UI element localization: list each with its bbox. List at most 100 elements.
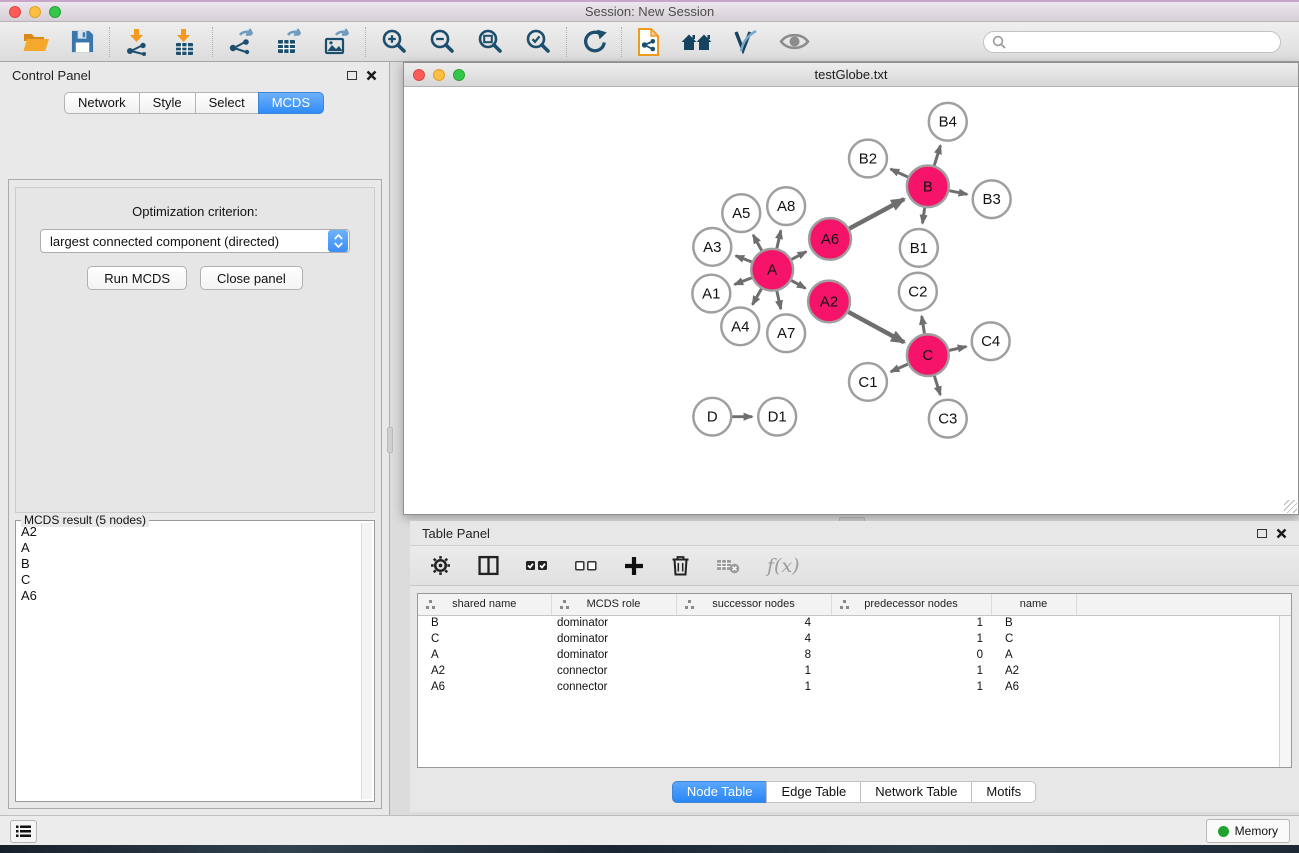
open-session-icon[interactable]	[22, 30, 50, 54]
graph-node-B3[interactable]: B3	[973, 180, 1011, 218]
graph-node-A[interactable]: A	[751, 249, 793, 291]
cell[interactable]: A2	[991, 663, 1076, 679]
memory-button[interactable]: Memory	[1206, 819, 1290, 843]
edge-B-B3[interactable]	[949, 191, 967, 195]
tab-motifs[interactable]: Motifs	[971, 781, 1036, 803]
window-resize-grip[interactable]	[1284, 500, 1297, 513]
zoom-fit-icon[interactable]	[476, 28, 504, 56]
cell[interactable]: 1	[676, 679, 831, 695]
cell[interactable]: A2	[418, 663, 551, 679]
edge-A-A6[interactable]	[792, 252, 807, 260]
graph-node-A4[interactable]: A4	[721, 307, 759, 345]
cell[interactable]: 1	[831, 679, 991, 695]
cell[interactable]: 1	[831, 631, 991, 647]
criterion-dropdown[interactable]: largest connected component (directed)	[40, 229, 350, 253]
cell[interactable]: A6	[991, 679, 1076, 695]
cell[interactable]: connector	[551, 663, 676, 679]
column-header-name[interactable]: name	[991, 594, 1076, 615]
edge-A-A8[interactable]	[777, 230, 781, 248]
delete-columns-icon[interactable]	[671, 553, 690, 579]
edge-C-C1[interactable]	[891, 364, 908, 372]
edge-C-C3[interactable]	[934, 376, 940, 395]
graph-node-A7[interactable]: A7	[767, 314, 805, 352]
edge-C-C2[interactable]	[922, 316, 925, 333]
zoom-out-icon[interactable]	[428, 28, 456, 56]
close-panel-button[interactable]: Close panel	[200, 266, 303, 290]
eye-icon[interactable]	[779, 31, 810, 52]
cell[interactable]: 0	[831, 647, 991, 663]
table-row[interactable]: Bdominator41B	[418, 615, 1291, 631]
edge-B-B4[interactable]	[934, 145, 940, 165]
table-row[interactable]: Cdominator41C	[418, 631, 1291, 647]
edge-A-A5[interactable]	[753, 235, 762, 251]
edge-B-B1[interactable]	[922, 208, 924, 223]
tab-edge-table[interactable]: Edge Table	[766, 781, 861, 803]
graph-node-C4[interactable]: C4	[972, 322, 1010, 360]
cell[interactable]: 8	[676, 647, 831, 663]
cell[interactable]: B	[418, 615, 551, 631]
graph-node-C3[interactable]: C3	[929, 400, 967, 438]
float-table-panel-icon[interactable]	[1257, 529, 1267, 538]
cell[interactable]: dominator	[551, 631, 676, 647]
tab-network[interactable]: Network	[64, 92, 140, 114]
graph-node-B[interactable]: B	[907, 165, 949, 207]
save-session-icon[interactable]	[70, 29, 95, 54]
import-network-icon[interactable]	[124, 28, 151, 56]
cell[interactable]: connector	[551, 679, 676, 695]
cell[interactable]: C	[418, 631, 551, 647]
edge-B-B2[interactable]	[891, 169, 908, 177]
task-history-button[interactable]	[10, 820, 37, 843]
graph-node-D1[interactable]: D1	[758, 398, 796, 436]
run-mcds-button[interactable]: Run MCDS	[87, 266, 187, 290]
graph-node-B1[interactable]: B1	[900, 229, 938, 267]
graph-node-A3[interactable]: A3	[693, 228, 731, 266]
network-window-titlebar[interactable]: testGlobe.txt	[404, 63, 1298, 87]
tab-style[interactable]: Style	[139, 92, 196, 114]
cell[interactable]: dominator	[551, 647, 676, 663]
zoom-selected-icon[interactable]	[524, 28, 552, 56]
import-table-icon[interactable]	[171, 28, 198, 56]
graph-node-C2[interactable]: C2	[899, 273, 937, 311]
result-item[interactable]: A2	[18, 524, 360, 540]
create-column-icon[interactable]	[624, 553, 644, 579]
export-network-icon[interactable]	[227, 28, 255, 56]
edge-A-A1[interactable]	[735, 278, 752, 285]
graph-node-A2[interactable]: A2	[808, 281, 850, 323]
cell[interactable]: 4	[676, 615, 831, 631]
network-canvas[interactable]: B4B2BB3A5A8A6B1A3AC2A1A2A4A7C4CC1C3DD1	[405, 88, 1297, 513]
column-header-shared-name[interactable]: shared name	[418, 594, 551, 615]
cell[interactable]: A	[991, 647, 1076, 663]
table-scrollbar[interactable]	[1279, 616, 1291, 767]
cell[interactable]: 1	[831, 615, 991, 631]
graph-node-C[interactable]: C	[907, 334, 949, 376]
toggle-visibility-icon[interactable]	[732, 29, 759, 54]
column-header-predecessor-nodes[interactable]: predecessor nodes	[831, 594, 991, 615]
result-item[interactable]: A	[18, 540, 360, 556]
result-item[interactable]: A6	[18, 588, 360, 604]
vertical-splitter-grip[interactable]	[387, 427, 393, 453]
cell[interactable]: A6	[418, 679, 551, 695]
graph-node-D[interactable]: D	[693, 398, 731, 436]
tab-node-table[interactable]: Node Table	[672, 781, 768, 803]
result-item[interactable]: C	[18, 572, 360, 588]
result-item[interactable]: B	[18, 556, 360, 572]
graph-node-C1[interactable]: C1	[849, 363, 887, 401]
cell[interactable]: 4	[676, 631, 831, 647]
show-columns-icon[interactable]	[478, 553, 499, 579]
close-panel-icon[interactable]	[366, 70, 377, 81]
graph-node-A1[interactable]: A1	[692, 275, 730, 313]
edge-A-A2[interactable]	[791, 280, 805, 288]
export-table-icon[interactable]	[275, 28, 303, 56]
close-table-panel-icon[interactable]	[1276, 528, 1287, 539]
graph-node-B4[interactable]: B4	[929, 103, 967, 141]
home-icon[interactable]	[681, 30, 712, 54]
cell[interactable]: 1	[676, 663, 831, 679]
cell[interactable]: A	[418, 647, 551, 663]
select-all-icon[interactable]	[526, 553, 548, 579]
search-box[interactable]	[983, 31, 1281, 53]
style-document-icon[interactable]	[636, 28, 661, 56]
column-header-successor-nodes[interactable]: successor nodes	[676, 594, 831, 615]
cell[interactable]: 1	[831, 663, 991, 679]
table-row[interactable]: A2connector11A2	[418, 663, 1291, 679]
zoom-in-icon[interactable]	[380, 28, 408, 56]
